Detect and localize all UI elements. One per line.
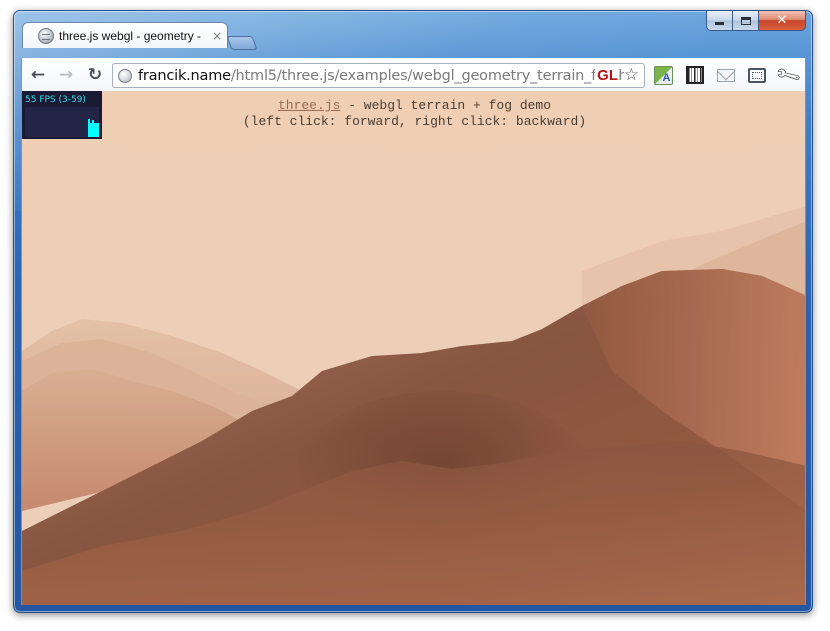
fps-readout: 55 FPS (3-59) [25, 95, 86, 105]
terrain-scene [22, 91, 805, 605]
fps-graph-bar [92, 120, 94, 137]
maximize-button[interactable] [733, 11, 759, 31]
maximize-icon [740, 16, 751, 25]
globe-icon [38, 27, 54, 44]
reload-button[interactable]: ↻ [83, 63, 107, 87]
wrench-icon: 🔧︎ [772, 60, 804, 90]
info-line-2: (left click: forward, right click: backw… [242, 114, 587, 129]
url-host: francik.name [138, 67, 231, 84]
webgl-canvas-area[interactable]: three.js - webgl terrain + fog demo (lef… [21, 91, 806, 605]
tab-title: three.js webgl - geometry - [59, 28, 202, 43]
fullscreen-icon [748, 67, 766, 83]
minimize-icon [715, 21, 724, 25]
bookmark-star-icon[interactable]: ☆ [623, 65, 639, 85]
reload-icon: ↻ [87, 65, 103, 85]
close-icon: ✕ [776, 13, 788, 28]
threejs-link[interactable]: three.js [278, 98, 340, 113]
qr-code-extension-button[interactable] [684, 64, 706, 86]
demo-info-text: three.js - webgl terrain + fog demo (lef… [22, 98, 805, 130]
mail-extension-button[interactable] [715, 64, 737, 86]
fps-stats-panel[interactable]: 55 FPS (3-59) [22, 91, 102, 139]
close-window-button[interactable]: ✕ [759, 11, 806, 31]
tab-active[interactable]: three.js webgl - geometry - × [22, 22, 228, 48]
info-line-1: three.js - webgl terrain + fog demo [22, 98, 805, 114]
browser-toolbar: ← → ↻ francik.name/html5/three.js/exampl… [21, 58, 806, 91]
back-button[interactable]: ← [26, 63, 50, 87]
mail-icon [717, 68, 735, 82]
fps-graph [25, 107, 99, 137]
fullscreen-extension-button[interactable] [746, 64, 768, 86]
url-path: /html5/three.js/examples/webgl_geometry_… [230, 67, 633, 84]
minimize-button[interactable] [706, 11, 733, 31]
webgl-badge-icon[interactable]: GL [595, 67, 618, 84]
info-title-text: - webgl terrain + fog demo [340, 98, 552, 113]
qr-code-icon [686, 66, 704, 84]
translate-extension-button[interactable]: A [652, 64, 674, 86]
back-arrow-icon: ← [30, 65, 46, 85]
tab-close-icon[interactable]: × [212, 29, 222, 43]
translate-icon: A [653, 65, 673, 85]
forward-button[interactable]: → [54, 63, 78, 87]
settings-menu-button[interactable]: 🔧︎ [773, 60, 803, 90]
forward-arrow-icon: → [58, 65, 74, 85]
page-info-globe-icon[interactable] [118, 68, 132, 83]
new-tab-button[interactable] [226, 36, 258, 50]
window-caption-buttons: ✕ [706, 11, 806, 31]
address-bar[interactable]: francik.name/html5/three.js/examples/web… [112, 63, 645, 88]
url-text: francik.name/html5/three.js/examples/web… [138, 68, 633, 84]
